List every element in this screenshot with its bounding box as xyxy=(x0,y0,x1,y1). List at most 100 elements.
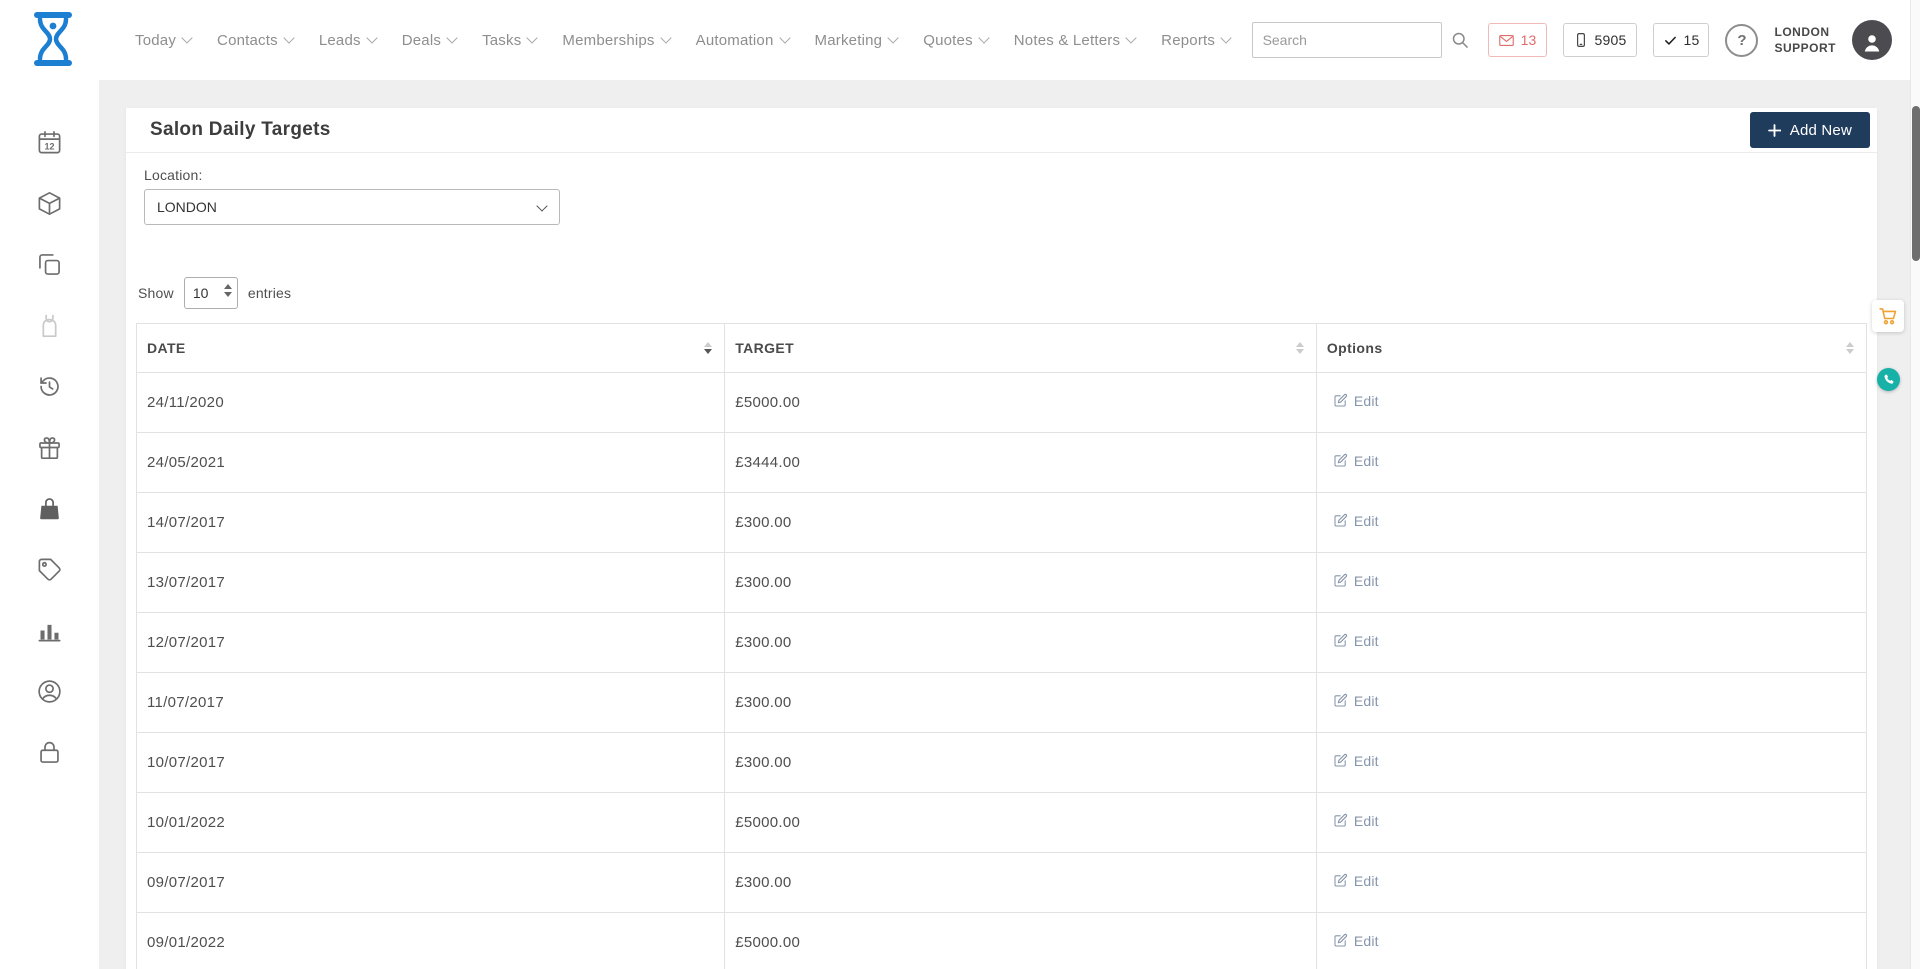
date-cell: 24/11/2020 xyxy=(137,373,725,433)
column-header-date[interactable]: DATE xyxy=(137,324,725,373)
top-navigation-bar: Today Contacts Leads Deals Tasks Memberships A… xyxy=(0,0,1920,80)
edit-link[interactable]: Edit xyxy=(1327,813,1379,829)
chevron-down-icon xyxy=(1220,32,1231,43)
edit-link[interactable]: Edit xyxy=(1327,753,1379,769)
app-logo[interactable] xyxy=(30,10,76,68)
target-cell: £300.00 xyxy=(725,733,1317,793)
edit-label: Edit xyxy=(1354,753,1379,769)
tag-icon[interactable] xyxy=(36,555,64,583)
cart-icon xyxy=(1878,306,1898,326)
edit-label: Edit xyxy=(1354,813,1379,829)
table-row: 14/07/2017£300.00Edit xyxy=(137,493,1867,553)
edit-link[interactable]: Edit xyxy=(1327,873,1379,889)
tasks-badge[interactable]: 15 xyxy=(1653,23,1710,57)
column-header-options[interactable]: Options xyxy=(1316,324,1866,373)
package-icon[interactable] xyxy=(36,189,64,217)
edit-link[interactable]: Edit xyxy=(1327,453,1379,469)
options-cell: Edit xyxy=(1316,613,1866,673)
nav-item-label: Quotes xyxy=(923,32,973,49)
phone-widget[interactable] xyxy=(1877,368,1900,391)
edit-label: Edit xyxy=(1354,693,1379,709)
add-new-button[interactable]: Add New xyxy=(1750,112,1870,148)
shopping-bag-icon[interactable] xyxy=(36,494,64,522)
nav-item-marketing[interactable]: Marketing xyxy=(815,32,898,49)
user-avatar[interactable] xyxy=(1852,20,1892,60)
scrollbar[interactable] xyxy=(1910,0,1920,969)
options-cell: Edit xyxy=(1316,733,1866,793)
calls-badge[interactable]: 5905 xyxy=(1563,23,1637,57)
gift-icon[interactable] xyxy=(36,433,64,461)
nav-item-tasks[interactable]: Tasks xyxy=(482,32,536,49)
page-size-select[interactable]: 10 xyxy=(184,277,238,309)
edit-icon xyxy=(1333,513,1348,528)
help-glyph: ? xyxy=(1737,32,1746,49)
search-icon[interactable] xyxy=(1448,28,1472,52)
edit-link[interactable]: Edit xyxy=(1327,513,1379,529)
edit-link[interactable]: Edit xyxy=(1327,633,1379,649)
nav-item-leads[interactable]: Leads xyxy=(319,32,376,49)
nav-item-deals[interactable]: Deals xyxy=(402,32,456,49)
options-cell: Edit xyxy=(1316,673,1866,733)
column-label: Options xyxy=(1327,340,1383,356)
nav-item-today[interactable]: Today xyxy=(135,32,191,49)
edit-link[interactable]: Edit xyxy=(1327,573,1379,589)
chevron-down-icon xyxy=(283,32,294,43)
lock-icon[interactable] xyxy=(36,738,64,766)
nav-item-memberships[interactable]: Memberships xyxy=(562,32,669,49)
nav-item-reports[interactable]: Reports xyxy=(1161,32,1230,49)
add-new-label: Add New xyxy=(1790,122,1852,139)
target-cell: £3444.00 xyxy=(725,433,1317,493)
chevron-down-icon xyxy=(1125,32,1136,43)
edit-link[interactable]: Edit xyxy=(1327,933,1379,949)
help-icon[interactable]: ? xyxy=(1725,24,1758,57)
edit-link[interactable]: Edit xyxy=(1327,693,1379,709)
check-icon xyxy=(1663,33,1678,48)
nav-item-label: Automation xyxy=(696,32,774,49)
edit-label: Edit xyxy=(1354,933,1379,949)
chevron-down-icon xyxy=(660,32,671,43)
edit-label: Edit xyxy=(1354,633,1379,649)
search-input[interactable] xyxy=(1252,22,1442,58)
chevron-down-icon xyxy=(978,32,989,43)
hourglass-logo-icon xyxy=(30,10,76,68)
nav-item-label: Reports xyxy=(1161,32,1215,49)
location-select[interactable]: LONDON xyxy=(144,189,560,225)
column-header-target[interactable]: TARGET xyxy=(725,324,1317,373)
scrollbar-thumb[interactable] xyxy=(1912,106,1920,261)
options-cell: Edit xyxy=(1316,853,1866,913)
tasks-count: 15 xyxy=(1684,32,1700,48)
target-cell: £300.00 xyxy=(725,853,1317,913)
page-title: Salon Daily Targets xyxy=(150,119,331,141)
sort-icon xyxy=(1846,342,1854,354)
history-icon[interactable] xyxy=(36,372,64,400)
user-name: LONDON SUPPORT xyxy=(1774,24,1836,56)
edit-icon xyxy=(1333,873,1348,888)
date-cell: 12/07/2017 xyxy=(137,613,725,673)
bar-chart-icon[interactable] xyxy=(36,616,64,644)
edit-link[interactable]: Edit xyxy=(1327,393,1379,409)
user-name-line2: SUPPORT xyxy=(1774,40,1836,56)
edit-label: Edit xyxy=(1354,453,1379,469)
nav-item-quotes[interactable]: Quotes xyxy=(923,32,988,49)
nav-item-automation[interactable]: Automation xyxy=(696,32,789,49)
nav-item-notes-letters[interactable]: Notes & Letters xyxy=(1014,32,1135,49)
date-cell: 13/07/2017 xyxy=(137,553,725,613)
location-label: Location: xyxy=(144,167,1867,183)
calendar-icon[interactable]: 12 xyxy=(36,128,64,156)
nav-item-contacts[interactable]: Contacts xyxy=(217,32,293,49)
mail-badge[interactable]: 13 xyxy=(1488,23,1547,57)
cart-widget[interactable] xyxy=(1872,300,1904,332)
main-nav: Today Contacts Leads Deals Tasks Memberships A… xyxy=(135,0,1289,80)
options-cell: Edit xyxy=(1316,793,1866,853)
nav-item-label: Today xyxy=(135,32,176,49)
date-cell: 11/07/2017 xyxy=(137,673,725,733)
support-icon[interactable] xyxy=(36,677,64,705)
apron-icon[interactable] xyxy=(36,311,64,339)
sort-icon xyxy=(1296,342,1304,354)
options-cell: Edit xyxy=(1316,913,1866,969)
screen: Today Contacts Leads Deals Tasks Memberships A… xyxy=(0,0,1920,969)
copy-icon[interactable] xyxy=(36,250,64,278)
chevron-down-icon xyxy=(527,32,538,43)
search-area xyxy=(1252,22,1472,58)
date-cell: 09/07/2017 xyxy=(137,853,725,913)
